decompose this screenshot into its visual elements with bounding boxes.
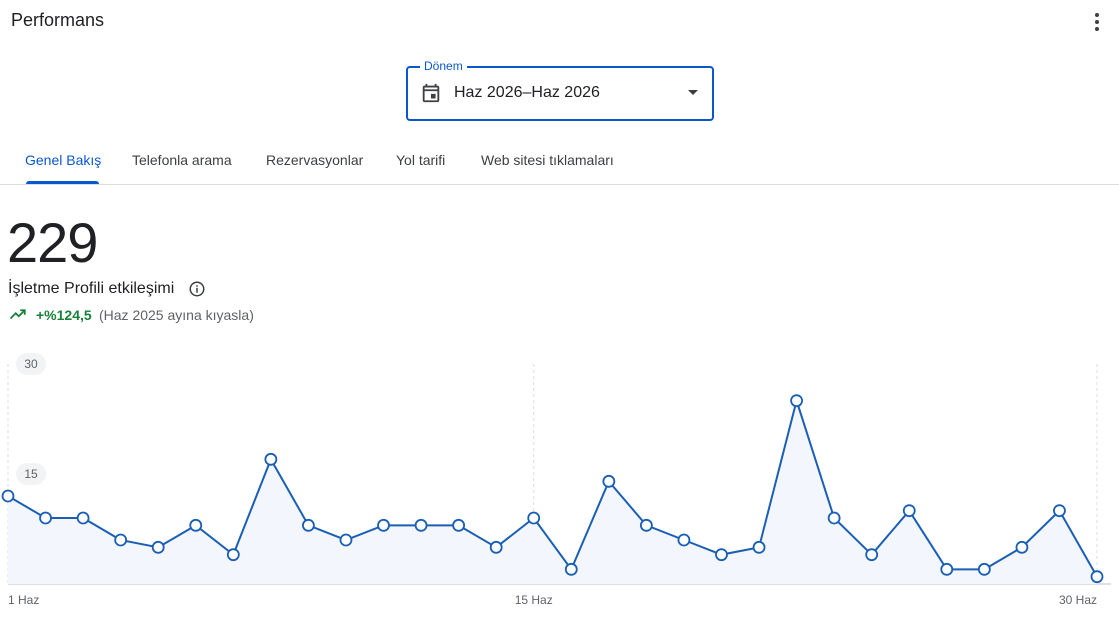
data-point	[1053, 504, 1066, 518]
area-fill	[8, 400, 1097, 584]
total-interactions: 229	[7, 211, 98, 274]
data-point	[339, 533, 353, 547]
active-tab-indicator	[26, 181, 99, 184]
data-point	[76, 511, 90, 525]
data-point	[902, 504, 916, 518]
info-icon[interactable]	[188, 280, 206, 298]
data-point	[1015, 540, 1029, 554]
chevron-down-icon	[688, 90, 698, 95]
data-point	[865, 548, 879, 562]
data-point	[564, 562, 578, 576]
data-point	[715, 548, 728, 562]
period-label: Dönem	[420, 59, 467, 73]
tab-calls[interactable]: Telefonla arama	[132, 152, 232, 168]
x-tick-label: 1 Haz	[8, 593, 39, 607]
data-point	[452, 518, 466, 532]
data-point	[489, 540, 503, 554]
trending-up-icon	[9, 309, 26, 320]
data-point	[414, 518, 428, 532]
data-point	[752, 540, 766, 554]
comparison-note: (Haz 2025 ayına kıyasla)	[99, 307, 254, 323]
tab-overview[interactable]: Genel Bakış	[25, 152, 101, 168]
data-point	[639, 518, 653, 532]
interactions-chart: 1 Haz 15 Haz 30 Haz 30 15	[1, 353, 1111, 607]
data-point	[977, 562, 991, 576]
data-point	[827, 511, 841, 525]
data-point	[602, 474, 616, 488]
data-point	[151, 540, 165, 554]
y-tick-label: 30	[24, 357, 38, 371]
data-point	[302, 518, 315, 532]
calendar-icon	[422, 83, 440, 103]
x-tick-label: 30 Haz	[1059, 593, 1097, 607]
data-point	[940, 562, 954, 576]
data-point	[677, 533, 691, 547]
change-percent: +%124,5	[36, 307, 92, 323]
data-point	[226, 548, 240, 562]
period-select[interactable]: Dönem Haz 2026–Haz 2026	[406, 59, 714, 121]
data-point	[377, 518, 390, 532]
tab-website-clicks[interactable]: Web sitesi tıklamaları	[481, 152, 614, 168]
data-point	[264, 452, 278, 466]
tab-bar: Genel Bakış Telefonla arama Rezervasyonl…	[0, 140, 1119, 185]
y-tick-label: 15	[24, 467, 38, 481]
more-vert-icon[interactable]	[1089, 10, 1105, 34]
data-point	[527, 511, 541, 525]
x-tick-label: 15 Haz	[515, 593, 553, 607]
data-point	[1090, 570, 1104, 584]
tab-directions[interactable]: Yol tarifi	[396, 152, 445, 168]
data-point	[189, 518, 203, 532]
data-point	[114, 533, 128, 547]
data-point	[1, 489, 15, 503]
metric-label: İşletme Profili etkileşimi	[8, 280, 175, 297]
tab-bookings[interactable]: Rezervasyonlar	[266, 152, 363, 168]
data-point	[39, 511, 52, 525]
page-title: Performans	[11, 10, 105, 30]
data-point	[790, 394, 803, 408]
period-value: Haz 2026–Haz 2026	[454, 84, 600, 101]
